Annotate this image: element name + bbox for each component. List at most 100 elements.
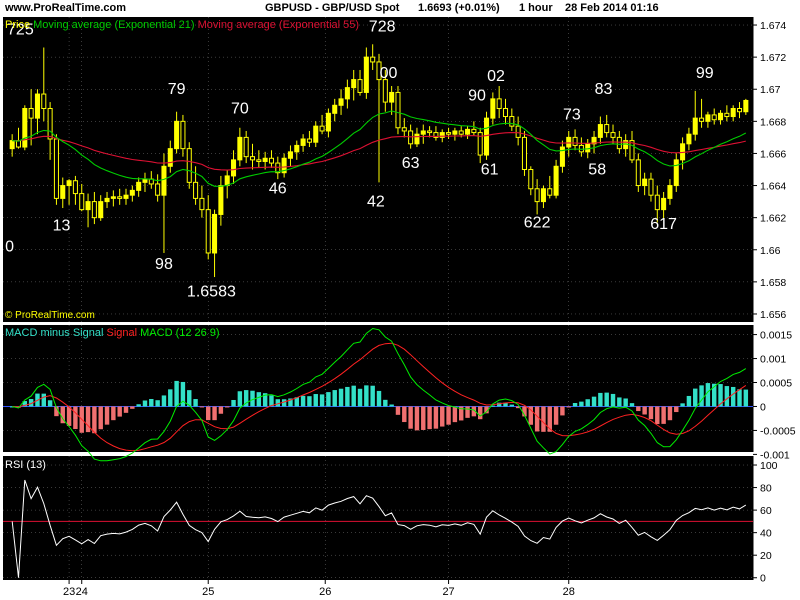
price-axis-tick-label: 1.67 [760,84,781,96]
candle-body [736,108,743,113]
macd-histogram-bar [629,403,635,407]
x-axis-label: 23 [63,586,75,598]
rsi-axis-tick-label: 100 [760,460,778,472]
candle-body [572,136,578,146]
candle-body [458,130,464,135]
candle-body [427,130,433,134]
candle-body [268,157,275,164]
macd-histogram-bar [199,406,205,408]
macd-histogram-bar [111,406,116,421]
candle-body [515,125,521,138]
candle-body [635,159,641,187]
candle-body [91,201,97,219]
macd-histogram-bar [338,388,344,407]
macd-histogram-bar [737,389,742,407]
candle-body [338,98,344,106]
macd-histogram-bar [395,406,401,415]
candle-body [300,138,306,146]
candle-body [104,197,110,203]
price-annotation: 99 [696,65,714,82]
price-annotation: 70 [231,100,249,117]
macd-axis-tick-label: 0.001 [760,354,786,366]
candle-body [174,120,180,150]
candle-body [79,193,85,211]
candle-body [313,125,319,143]
candle-body [566,136,572,148]
price-axis-tick-label: 1.664 [760,181,786,193]
price-annotation: 1.6583 [187,283,236,300]
macd-histogram-bar [541,406,546,432]
macd-histogram-bar [598,392,603,407]
macd-histogram-bar [446,406,451,425]
macd-histogram-bar [351,385,356,407]
macd-histogram-bar [604,392,609,407]
macd-histogram-bar [313,394,318,407]
x-axis-label: 28 [563,586,575,598]
candle-body [610,132,616,138]
candle-body [110,196,116,199]
macd-histogram-bar [648,406,654,420]
macd-histogram-bar [680,403,685,407]
candle-body [534,188,540,203]
macd-histogram-bar [591,396,597,407]
macd-histogram-bar [408,406,413,429]
candle-body [72,180,78,195]
chart-canvas[interactable]: 1.674 1.672 1.67 1.668 1.666 1.664 1.662 1.66 1.… [0,0,800,600]
candle-body [483,117,490,156]
price-annotation: 728 [369,18,396,35]
candle-body [509,116,515,127]
candle-body [193,181,199,199]
macd-histogram-bar [357,388,363,407]
macd-histogram-bar [104,406,110,425]
price-annotation: 00 [380,65,398,82]
macd-histogram-bar [332,390,337,407]
candle-body [705,114,711,122]
candle-body [370,56,376,63]
price-annotation: 90 [468,87,486,104]
candle-body [9,140,15,150]
candle-body [401,127,407,132]
candle-body [686,133,692,145]
candle-body [730,108,736,118]
candle-body [604,124,610,134]
candle-body [136,181,142,191]
price-axis-tick-label: 1.666 [760,148,786,160]
candle-body [502,108,509,118]
macd-histogram-bar [642,406,647,415]
macd-histogram-bar [414,406,420,431]
candle-body [553,165,559,196]
candle-body [294,144,300,153]
candle-body [205,209,211,254]
price-annotation: 98 [155,256,173,273]
candle-body [490,98,496,119]
macd-histogram-bar [421,406,426,430]
macd-axis-tick-label: 0.0015 [760,330,792,342]
candle-body [231,159,237,177]
candle-body [325,112,331,132]
macd-histogram-bar [383,399,388,407]
macd-legend: MACD minus Signal Signal MACD (12 26 9) [5,327,220,339]
macd-histogram-bar [364,385,369,407]
candle-body [199,197,205,211]
price-annotation: 83 [595,81,613,98]
macd-histogram-bar [579,401,584,407]
macd-histogram-bar [547,406,552,432]
candle-body [47,108,53,140]
candle-body [28,108,34,119]
macd-histogram-bar [224,406,230,408]
candle-body [60,185,66,199]
candle-body [351,79,357,89]
candle-body [724,112,730,118]
macd-histogram-bar [370,385,375,407]
macd-histogram-bar [623,398,628,407]
macd-histogram-bar [610,393,616,407]
candle-body [699,117,705,122]
macd-histogram-bar [168,389,173,407]
macd-legend-item: MACD minus Signal [5,327,103,339]
macd-histogram-bar [433,406,439,429]
macd-histogram-bar [617,397,622,407]
x-axis-label: 26 [319,586,331,598]
price-annotation: 61 [481,161,499,178]
candle-body [420,130,426,135]
macd-histogram-bar [237,391,243,407]
